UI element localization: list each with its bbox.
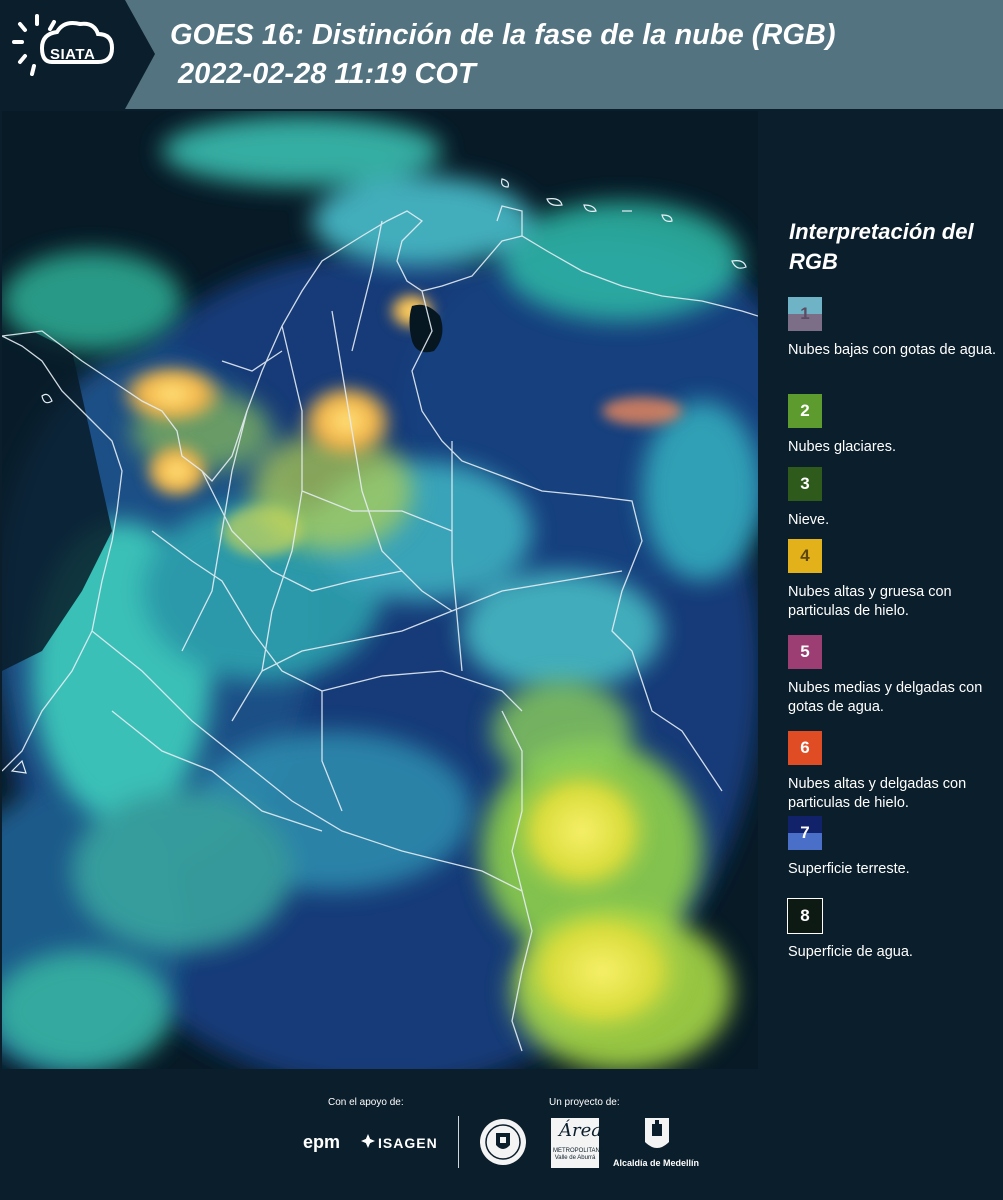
legend-swatch: 1: [788, 297, 822, 331]
legend-item: 2 Nubes glaciares.: [788, 394, 1000, 457]
legend-number: 1: [800, 304, 810, 323]
university-seal-icon: [480, 1119, 526, 1165]
page-datetime: 2022-02-28 11:19 COT: [178, 58, 476, 90]
legend-item: 4 Nubes altas y gruesa con particulas de …: [788, 539, 1000, 621]
epm-logo: epm: [303, 1132, 341, 1152]
area-metropolitana-logo: Área METROPOLITANA Valle de Aburrá: [551, 1118, 604, 1168]
isagen-logo: ISAGEN: [378, 1135, 438, 1151]
legend-label: Nubes bajas con gotas de agua.: [788, 342, 996, 358]
medellin-label: Alcaldía de Medellín: [613, 1158, 700, 1168]
isagen-icon: [361, 1134, 375, 1148]
legend-label: Nubes altas y delgadas con particulas de…: [788, 776, 967, 811]
siata-logo: SIATA: [0, 0, 155, 109]
legend-item: 6 Nubes altas y delgadas con particulas d…: [788, 731, 1000, 813]
legend-number: 7: [800, 823, 810, 842]
legend-label: Superficie de agua.: [788, 944, 913, 960]
legend-swatch: 7: [788, 816, 822, 850]
area-script: Área: [559, 1120, 602, 1141]
legend-label: Nieve.: [788, 512, 830, 528]
legend-number: 6: [800, 738, 810, 757]
legend-panel: Interpretación del RGB 1 Nubes bajas con …: [760, 109, 1003, 1070]
legend-label: Nubes glaciares.: [788, 439, 896, 455]
medellin-shield-icon: [645, 1118, 669, 1148]
header-bar: SIATA GOES 16: Distinción de la fase de …: [0, 0, 1003, 109]
rgb-satellite-image: [2, 111, 758, 1069]
legend-number: 8: [800, 906, 810, 925]
legend-item: 3 Nieve.: [788, 467, 1000, 530]
legend-label: Nubes altas y gruesa con particulas de h…: [788, 584, 952, 619]
project-label: Un proyecto de:: [549, 1097, 620, 1108]
legend-number: 4: [800, 546, 810, 565]
legend-number: 5: [800, 642, 810, 661]
legend-swatch: 4: [788, 539, 822, 573]
legend-number: 3: [800, 474, 810, 493]
legend-swatch: 8: [787, 898, 823, 934]
legend-swatch: 2: [788, 394, 822, 428]
logo-text: SIATA: [50, 46, 96, 63]
legend-item: 7 Superficie terreste.: [788, 816, 1000, 879]
legend-item: 8 Superficie de agua.: [787, 898, 1000, 962]
legend-swatch: 5: [788, 635, 822, 669]
legend-label: Nubes medias y delgadas con gotas de agu…: [788, 680, 983, 715]
support-label: Con el apoyo de:: [328, 1097, 404, 1108]
legend-item: 5 Nubes medias y delgadas con gotas de ag…: [788, 635, 1000, 717]
satellite-map: [2, 111, 758, 1069]
legend-label: Superficie terreste.: [788, 861, 910, 877]
legend-title: Interpretación del RGB: [789, 219, 974, 274]
legend-item: 1 Nubes bajas con gotas de agua.: [788, 297, 1000, 360]
page-title: GOES 16: Distinción de la fase de la nub…: [170, 19, 836, 51]
area-subtitle: METROPOLITANA Valle de Aburrá: [553, 1148, 604, 1161]
legend-swatch: 6: [788, 731, 822, 765]
footer: Con el apoyo de: Un proyecto de: epm ISA…: [0, 1070, 1003, 1200]
legend-swatch: 3: [788, 467, 822, 501]
footer-divider: [458, 1116, 459, 1168]
legend-number: 2: [800, 401, 810, 420]
